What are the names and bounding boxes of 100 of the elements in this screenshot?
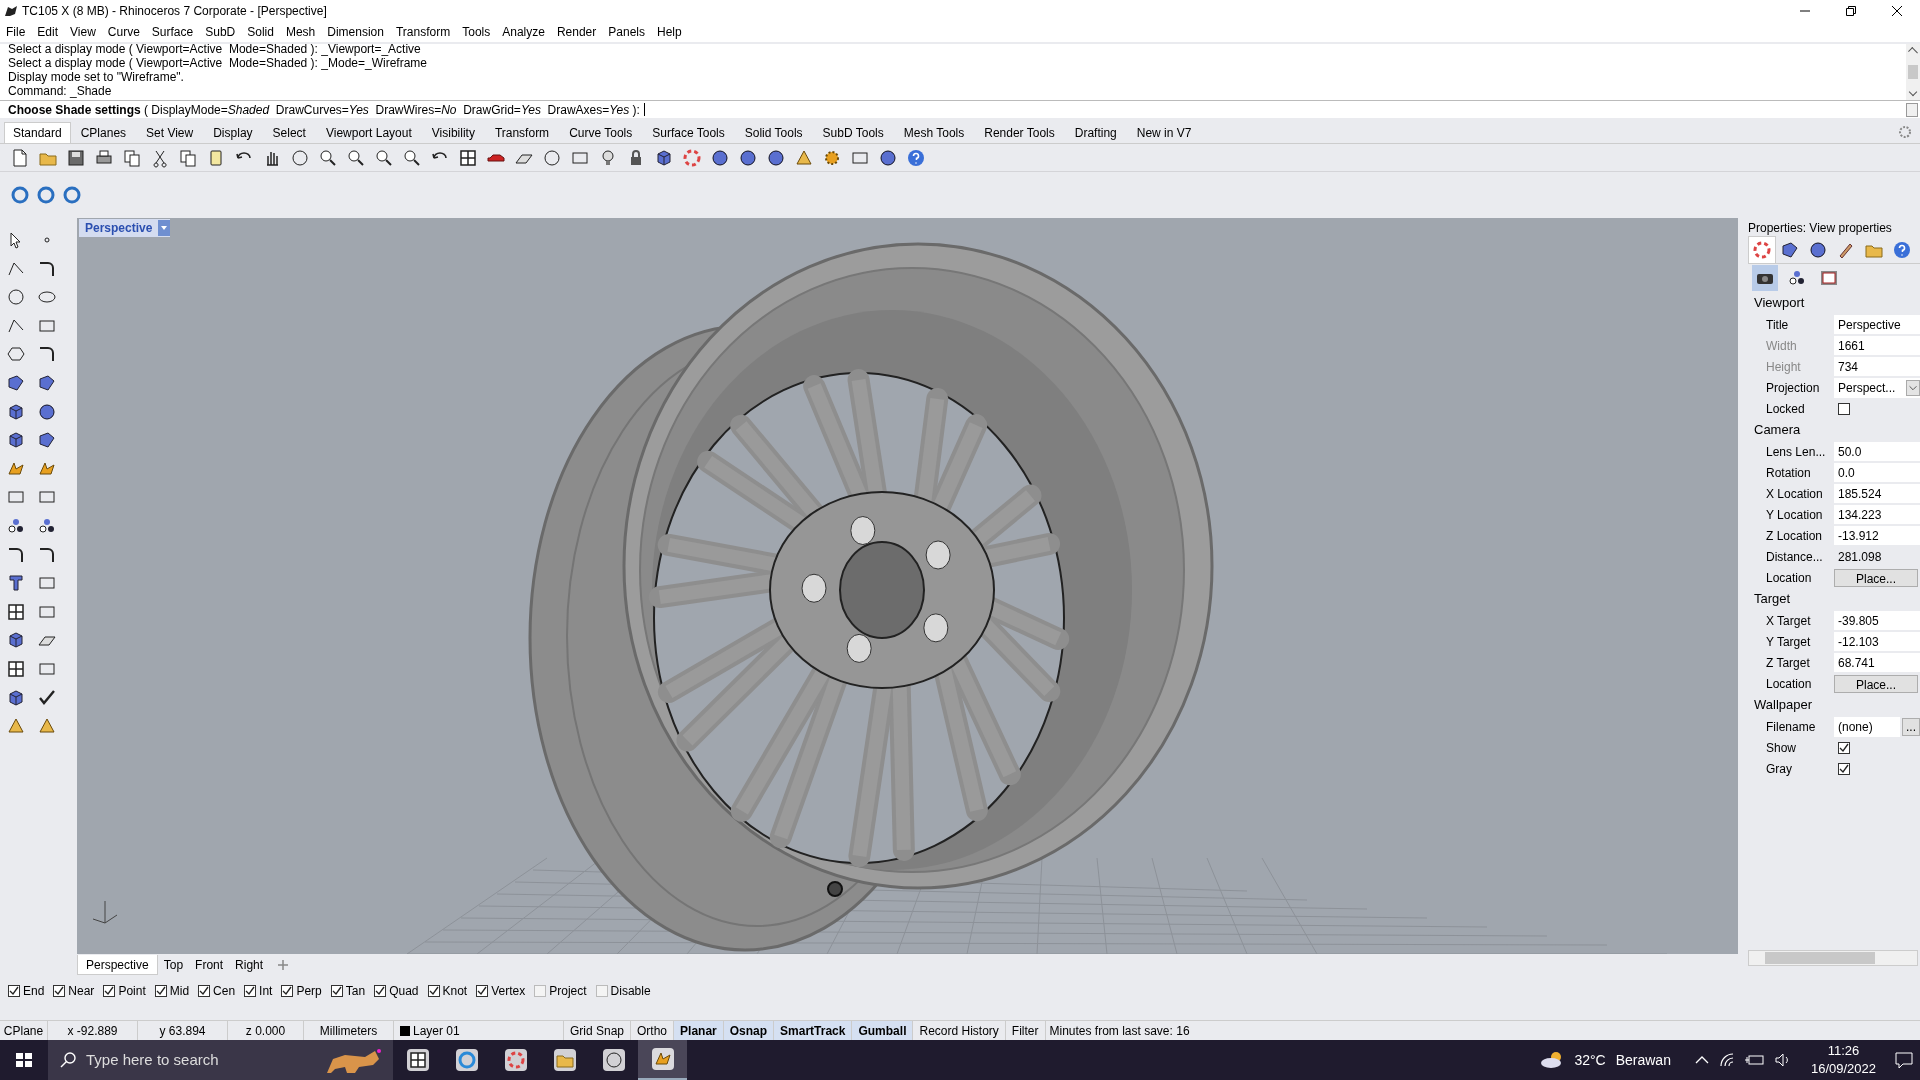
toolbar-tab[interactable]: Render Tools <box>974 122 1065 143</box>
property-field[interactable]: 134.223 <box>1834 504 1920 525</box>
zoom-extents-icon[interactable] <box>374 147 394 168</box>
menu-item[interactable]: Curve <box>101 22 146 42</box>
menu-item[interactable]: Transform <box>389 22 457 42</box>
menu-item[interactable]: Render <box>550 22 603 42</box>
place-button[interactable]: Place... <box>1834 674 1918 693</box>
circle-icon[interactable] <box>6 287 26 308</box>
zoom-selected-icon[interactable] <box>402 147 422 168</box>
menu-item[interactable]: Dimension <box>321 22 390 42</box>
place-button[interactable]: Place... <box>1834 568 1918 587</box>
checkbox[interactable] <box>53 985 66 997</box>
checkbox[interactable] <box>198 985 211 997</box>
task-view-icon[interactable] <box>407 1050 428 1070</box>
property-field[interactable]: Perspective <box>1834 314 1920 335</box>
checkbox[interactable] <box>1838 762 1850 775</box>
menu-item[interactable]: Tools <box>456 22 497 42</box>
toolbar-tab[interactable]: Drafting <box>1064 122 1127 143</box>
checkbox[interactable] <box>244 985 257 997</box>
array-icon[interactable] <box>6 658 26 679</box>
toolbar-tab[interactable]: Solid Tools <box>734 122 813 143</box>
menu-item[interactable]: Solid <box>241 22 280 42</box>
toolbar-tab[interactable]: Visibility <box>421 122 485 143</box>
toolbar-tab[interactable]: CPlanes <box>70 122 137 143</box>
status-toggle[interactable]: SmartTrack <box>774 1021 853 1040</box>
notification-icon[interactable] <box>1894 1051 1914 1069</box>
new-document-icon[interactable] <box>10 147 30 168</box>
menu-item[interactable]: Surface <box>145 22 200 42</box>
checkbox[interactable] <box>8 985 20 997</box>
help-icon[interactable] <box>906 147 926 168</box>
checkbox[interactable] <box>103 985 116 997</box>
checkbox[interactable] <box>374 985 387 997</box>
property-field[interactable]: 185.524 <box>1834 483 1920 504</box>
render-sphere-icon[interactable] <box>766 147 786 168</box>
spin-button[interactable] <box>1906 102 1918 117</box>
start-icon[interactable] <box>14 1050 34 1070</box>
toolbar-tab[interactable]: Standard <box>4 122 71 143</box>
property-dropdown[interactable]: Perspect... <box>1834 377 1920 398</box>
menu-item[interactable]: View <box>64 22 102 42</box>
battery-icon[interactable] <box>1744 1054 1765 1066</box>
search-box[interactable]: Type here to search <box>48 1040 393 1080</box>
clock-date[interactable]: 16/09/2022 <box>1810 1060 1876 1078</box>
toolbar-tab[interactable]: Set View <box>136 122 204 143</box>
circle-icon[interactable] <box>542 147 562 168</box>
search-field[interactable]: Type here to search <box>86 1048 266 1072</box>
status-toggle[interactable]: Osnap <box>723 1021 775 1040</box>
checkbox[interactable] <box>476 985 489 997</box>
zoom-icon[interactable] <box>318 147 338 168</box>
ring-icon[interactable] <box>62 185 82 205</box>
status-toggle[interactable]: Gumball <box>852 1021 914 1040</box>
spheres-icon[interactable] <box>37 401 57 422</box>
ring-icon[interactable] <box>10 185 30 205</box>
property-field[interactable]: -39.805 <box>1834 610 1920 631</box>
shaded-sphere-icon[interactable] <box>710 147 730 168</box>
viewport-tab[interactable]: Perspective <box>77 955 158 975</box>
viewport-tab[interactable]: Front <box>189 955 230 975</box>
toolbar-tab[interactable]: SubD Tools <box>812 122 894 143</box>
copy-icon[interactable] <box>178 147 198 168</box>
toolbar-tab[interactable]: Display <box>203 122 263 143</box>
taskbar-app[interactable] <box>638 1040 687 1080</box>
toolbar-tab[interactable]: Viewport Layout <box>315 122 422 143</box>
perspective-viewport[interactable]: Perspective <box>77 218 1738 954</box>
zoom-window-icon[interactable] <box>346 147 366 168</box>
sphere-icon[interactable] <box>738 147 758 168</box>
checkbox[interactable] <box>281 985 294 997</box>
property-field[interactable]: 50.0 <box>1834 441 1920 462</box>
toolbar-tab[interactable]: Transform <box>484 122 560 143</box>
checkbox[interactable] <box>534 985 547 997</box>
checkbox[interactable] <box>1838 741 1850 754</box>
clock-time[interactable]: 11:26 <box>1827 1042 1860 1060</box>
color-wheel-icon[interactable] <box>682 147 702 168</box>
checkbox[interactable] <box>154 985 167 997</box>
toolbar-tab[interactable]: Mesh Tools <box>893 122 975 143</box>
checkbox[interactable] <box>427 985 440 997</box>
save-icon[interactable] <box>66 147 86 168</box>
toolbar-tab[interactable]: New in V7 <box>1126 122 1202 143</box>
grid-icon[interactable] <box>458 147 478 168</box>
checkbox[interactable] <box>1838 402 1850 415</box>
text-icon[interactable] <box>6 573 26 594</box>
wifi-icon[interactable] <box>1718 1053 1735 1067</box>
viewport-tab[interactable]: Right <box>229 955 270 975</box>
menu-item[interactable]: Mesh <box>279 22 322 42</box>
status-toggle[interactable]: Planar <box>674 1021 724 1040</box>
property-field[interactable]: 0.0 <box>1834 462 1920 483</box>
toolbar-tab[interactable]: Select <box>262 122 316 143</box>
property-field[interactable]: 68.741 <box>1834 652 1920 673</box>
scrollbar[interactable] <box>1748 950 1918 966</box>
menu-item[interactable]: Help <box>651 22 688 42</box>
surface-patch-icon[interactable] <box>6 372 26 393</box>
toolbar-tab[interactable]: Curve Tools <box>559 122 643 143</box>
property-field[interactable]: -13.912 <box>1834 525 1920 546</box>
chevron-up-icon[interactable] <box>1694 1055 1709 1065</box>
menu-item[interactable]: Edit <box>31 22 65 42</box>
toolbar-tab[interactable]: Surface Tools <box>642 122 735 143</box>
menu-item[interactable]: File <box>0 22 32 42</box>
menu-item[interactable]: SubD <box>199 22 242 42</box>
menu-item[interactable]: Analyze <box>496 22 551 42</box>
checkbox[interactable] <box>330 985 343 997</box>
property-field[interactable]: -12.103 <box>1834 631 1920 652</box>
browse-button[interactable]: ... <box>1902 717 1920 736</box>
